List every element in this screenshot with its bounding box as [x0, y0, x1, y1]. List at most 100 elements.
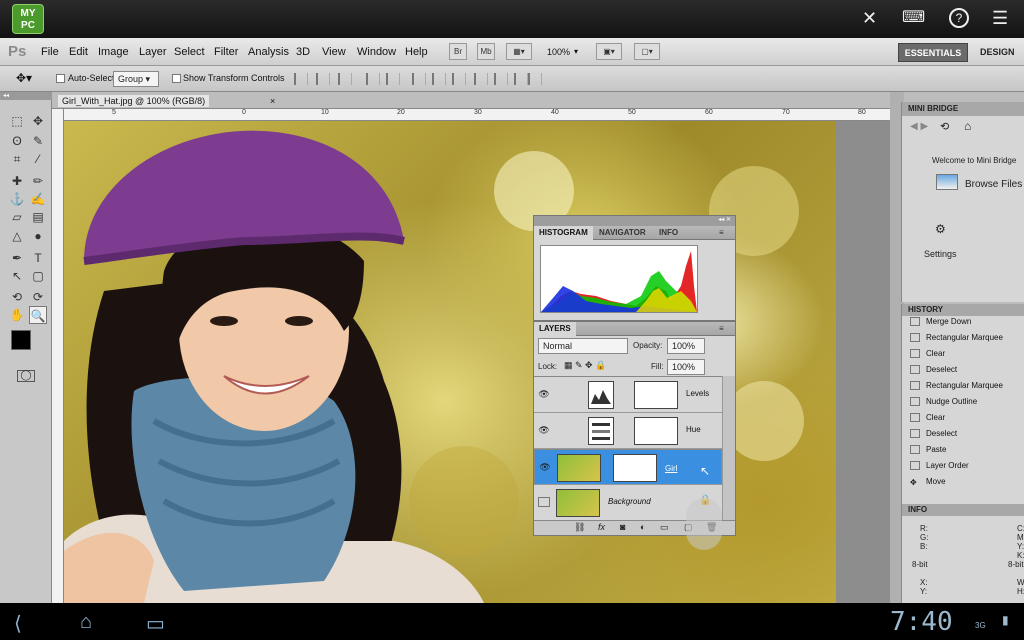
history-item[interactable]: Deselect: [910, 364, 1015, 376]
show-transform-checkbox[interactable]: [172, 74, 181, 83]
menu-file[interactable]: File: [41, 46, 59, 58]
menu-view[interactable]: View: [322, 46, 346, 58]
blend-mode-dropdown[interactable]: Normal: [538, 338, 628, 354]
move-tool-icon[interactable]: ✥: [29, 112, 47, 130]
mypc-logo[interactable]: MY PC: [12, 4, 44, 34]
back-button[interactable]: ⟨: [14, 611, 22, 636]
history-item[interactable]: ✥ Move: [910, 476, 1015, 488]
opacity-field[interactable]: 100%: [667, 338, 705, 354]
healing-brush-tool-icon[interactable]: ✚: [8, 172, 26, 190]
menu-filter[interactable]: Filter: [214, 46, 238, 58]
eyedropper-tool-icon[interactable]: ⁄: [29, 150, 47, 168]
distribute-left-icon[interactable]: [474, 73, 488, 85]
auto-select-dropdown[interactable]: Group ▾: [113, 71, 159, 87]
home-icon[interactable]: ⌂: [964, 119, 971, 133]
browse-files-link[interactable]: Browse Files: [965, 179, 1022, 190]
panel-menu-icon[interactable]: ≡: [714, 226, 729, 240]
settings-icon[interactable]: ⚙: [935, 222, 946, 236]
blur-tool-icon[interactable]: △: [8, 227, 26, 245]
clone-stamp-tool-icon[interactable]: ⚓: [8, 190, 26, 208]
history-item[interactable]: Paste: [910, 444, 1015, 456]
bridge-button[interactable]: Br: [449, 43, 467, 60]
close-icon[interactable]: ✕: [862, 8, 877, 28]
browse-files-icon[interactable]: [936, 174, 958, 190]
histogram-panel-collapse-icon[interactable]: ◂◂ ✕: [534, 216, 735, 226]
menu-3d[interactable]: 3D: [296, 46, 310, 58]
quick-select-tool-icon[interactable]: ✎: [29, 132, 47, 150]
visibility-checkbox[interactable]: [538, 497, 550, 507]
shape-tool-icon[interactable]: ▢: [29, 267, 47, 285]
refresh-icon[interactable]: ⟲: [940, 120, 949, 133]
tools-collapse-icon[interactable]: ◂◂: [0, 92, 52, 100]
3d-orbit-tool-icon[interactable]: ⟳: [29, 288, 47, 306]
eye-icon[interactable]: 👁: [538, 425, 550, 435]
eye-icon[interactable]: 👁: [539, 462, 551, 472]
back-icon[interactable]: ◀ ▶: [910, 121, 928, 132]
adjustment-layer-icon[interactable]: ◐: [640, 522, 645, 532]
menu-edit[interactable]: Edit: [69, 46, 88, 58]
tab-histogram[interactable]: HISTOGRAM: [534, 226, 593, 240]
pen-tool-icon[interactable]: ✒: [8, 249, 26, 267]
new-group-icon[interactable]: ▭: [660, 522, 669, 533]
distribute-top-icon[interactable]: [412, 73, 426, 85]
zoom-dropdown-icon[interactable]: ▾: [574, 47, 578, 56]
auto-select-checkbox[interactable]: [56, 74, 65, 83]
history-item[interactable]: Rectangular Marquee: [910, 332, 1015, 344]
keyboard-icon[interactable]: ⌨: [902, 8, 925, 28]
history-item[interactable]: Merge Down: [910, 316, 1015, 328]
help-icon[interactable]: ?: [949, 8, 969, 28]
history-item[interactable]: Clear: [910, 348, 1015, 360]
fx-icon[interactable]: fx: [598, 522, 605, 532]
clock[interactable]: 7:40: [890, 607, 953, 637]
layer-name[interactable]: Background: [608, 497, 651, 506]
home-button[interactable]: ⌂: [80, 611, 92, 634]
zoom-tool-icon[interactable]: 🔍: [29, 306, 47, 324]
crop-tool-icon[interactable]: ⌗: [8, 150, 26, 168]
quick-mask-icon[interactable]: ◯: [17, 370, 35, 382]
fill-field[interactable]: 100%: [667, 359, 705, 375]
menu-analysis[interactable]: Analysis: [248, 46, 289, 58]
link-layers-icon[interactable]: ⛓: [574, 522, 585, 533]
document-tab-title[interactable]: Girl_With_Hat.jpg @ 100% (RGB/8): [58, 95, 210, 107]
layer-row-levels[interactable]: 👁 Levels: [534, 377, 722, 413]
distribute-hcenter-icon[interactable]: [494, 73, 508, 85]
extras-button[interactable]: ▦▾: [506, 43, 532, 60]
screen-mode-button[interactable]: ▢▾: [634, 43, 660, 60]
essentials-workspace-button[interactable]: ESSENTIALS: [898, 43, 968, 62]
distribute-right-icon[interactable]: [514, 73, 528, 85]
tab-info[interactable]: INFO: [654, 226, 683, 240]
tab-navigator[interactable]: NAVIGATOR: [594, 226, 651, 240]
align-left-icon[interactable]: [366, 73, 380, 85]
zoom-level[interactable]: 100%: [547, 47, 570, 57]
history-item[interactable]: Rectangular Marquee: [910, 380, 1015, 392]
foreground-color-swatch[interactable]: [11, 330, 31, 350]
menu-icon[interactable]: ☰: [992, 8, 1008, 28]
gradient-tool-icon[interactable]: ▤: [29, 208, 47, 226]
lasso-tool-icon[interactable]: ʘ: [8, 132, 26, 150]
settings-link[interactable]: Settings: [924, 249, 957, 259]
menu-layer[interactable]: Layer: [139, 46, 167, 58]
layer-row-hue[interactable]: 👁 Hue: [534, 413, 722, 449]
menu-select[interactable]: Select: [174, 46, 205, 58]
layer-name[interactable]: Levels: [686, 389, 709, 398]
design-workspace-button[interactable]: DESIGN: [980, 47, 1015, 57]
align-hcenter-icon[interactable]: [386, 73, 400, 85]
layer-name[interactable]: Hue: [686, 425, 701, 434]
lock-icons[interactable]: ▦ ✎ ✥ 🔒: [564, 360, 606, 371]
history-item[interactable]: Layer Order: [910, 460, 1015, 472]
move-tool-preset-icon[interactable]: ✥▾: [16, 71, 32, 85]
canvas-area[interactable]: [64, 121, 890, 603]
menu-window[interactable]: Window: [357, 46, 396, 58]
layer-name[interactable]: Girl: [665, 462, 677, 476]
tab-layers[interactable]: LAYERS: [534, 322, 576, 336]
eye-icon[interactable]: 👁: [538, 389, 550, 399]
hand-tool-icon[interactable]: ✋: [8, 306, 26, 324]
menu-image[interactable]: Image: [98, 46, 129, 58]
arrange-documents-button[interactable]: ▣▾: [596, 43, 622, 60]
layers-panel-menu-icon[interactable]: ≡: [714, 322, 729, 336]
history-item[interactable]: Deselect: [910, 428, 1015, 440]
history-item[interactable]: Nudge Outline: [910, 396, 1015, 408]
mini-bridge-button[interactable]: Mb: [477, 43, 495, 60]
recent-apps-button[interactable]: ▭: [146, 611, 165, 636]
align-top-icon[interactable]: [294, 73, 308, 85]
